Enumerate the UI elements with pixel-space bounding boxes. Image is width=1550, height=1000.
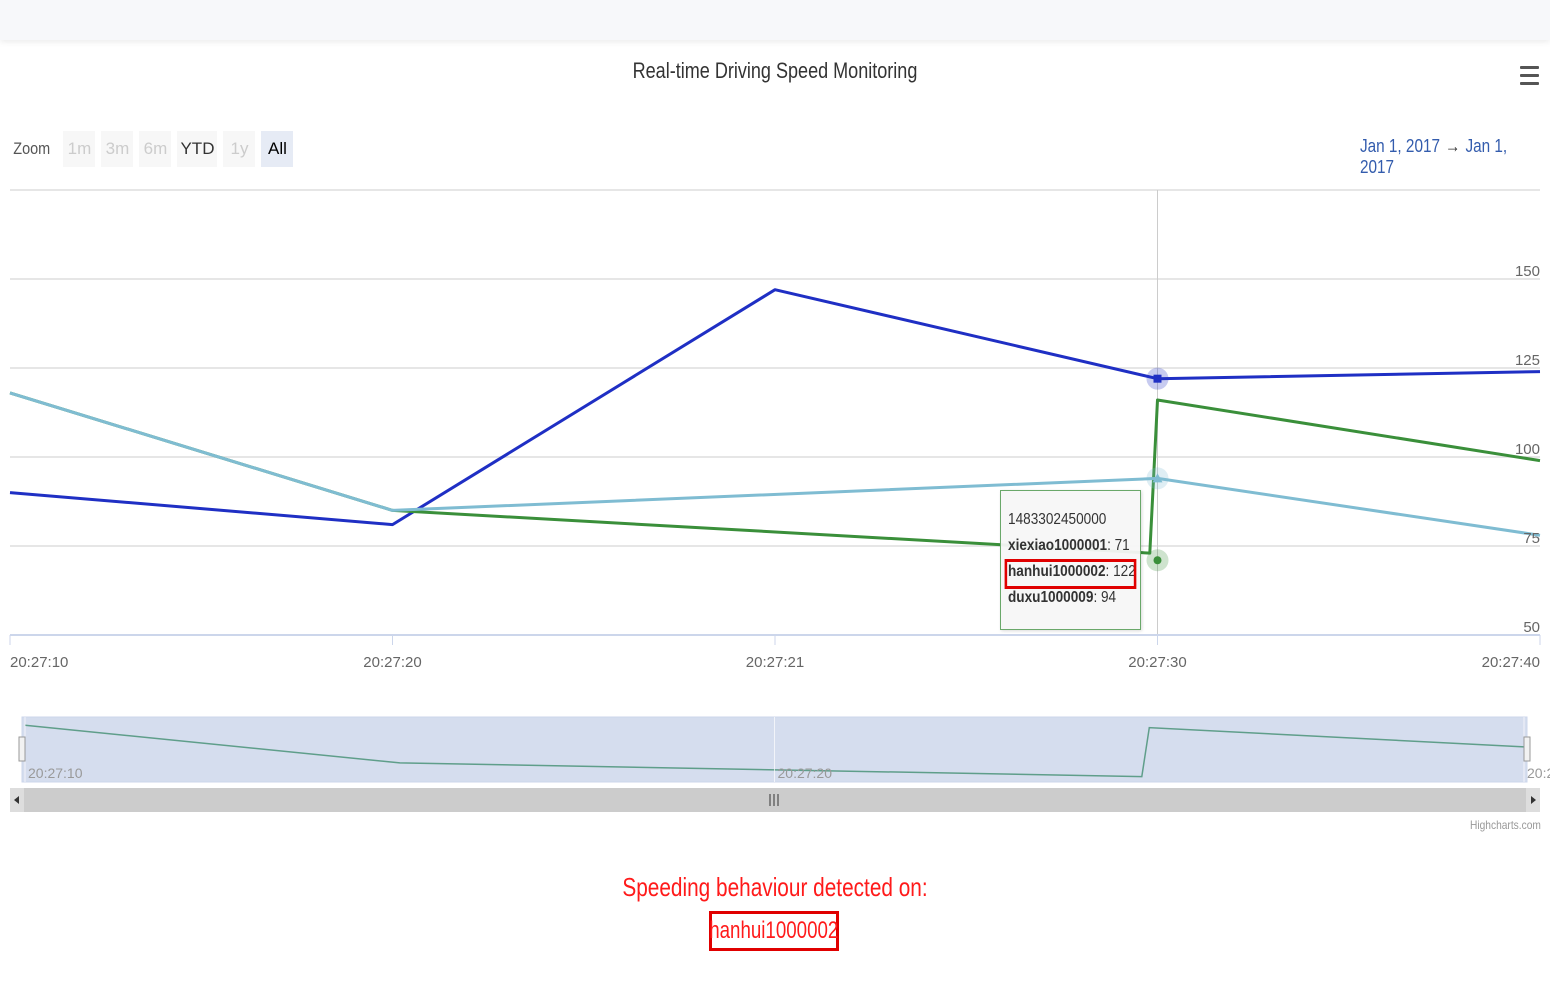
chart-tooltip: 1483302450000 xiexiao1000001: 71 hanhui1… [1000,490,1141,630]
range-selector: Zoom 1m 3m 6m YTD 1y All [10,131,294,167]
zoom-3m-button[interactable]: 3m [101,131,134,167]
zoom-1y-button[interactable]: 1y [223,131,256,167]
tooltip-series-name: xiexiao1000001 [1008,537,1108,554]
credits-link[interactable]: Highcharts.com [1470,818,1541,832]
zoom-all-button[interactable]: All [261,131,294,167]
zoom-1m-button[interactable]: 1m [63,131,96,167]
date-range: Jan 1, 2017 → Jan 1, 2017 [1360,136,1522,178]
x-tick-label: 20:27:40 [1482,654,1540,671]
series-line [9,288,1541,527]
tooltip-series-value: 94 [1100,589,1117,606]
x-tick-label: 20:27:21 [746,654,804,671]
hover-marker [1153,374,1162,383]
tooltip-series-name: duxu1000009 [1008,589,1094,606]
y-tick-label: 100 [1515,441,1540,458]
speeding-alert-user: hanhui1000002 [709,911,839,951]
speeding-alert-message: Speeding behaviour detected on: [622,872,928,902]
tooltip-series-value: 71 [1114,537,1130,554]
y-tick-label: 150 [1515,263,1540,280]
hover-marker [1153,556,1162,565]
hamburger-menu-icon[interactable] [1520,66,1539,90]
y-tick-label: 50 [1523,619,1540,636]
navigator-label: 20:27:30 [1527,765,1550,781]
tooltip-row: xiexiao1000001: 71 [1008,537,1130,554]
zoom-6m-button[interactable]: 6m [139,131,172,167]
navigator-label: 20:27:20 [778,765,833,781]
series-line [9,391,1541,537]
chart-title: Real-time Driving Speed Monitoring [632,58,918,83]
scrollbar-thumb[interactable] [24,788,1526,812]
tooltip-header: 1483302450000 [1008,511,1107,528]
tooltip-row-highlighted: hanhui1000002: 122 [1004,559,1137,589]
zoom-label: Zoom [13,139,51,158]
navigator-label: 20:27:10 [28,765,83,781]
zoom-ytd-button[interactable]: YTD [177,131,218,167]
navigator-handle[interactable] [18,736,26,762]
navigator-handle[interactable] [1523,736,1531,762]
top-bar [0,0,1550,40]
y-tick-label: 75 [1523,530,1540,547]
x-tick-label: 20:27:20 [363,654,421,671]
y-tick-label: 125 [1515,352,1540,369]
tooltip-row: duxu1000009: 94 [1008,589,1117,606]
x-tick-label: 20:27:10 [10,654,68,671]
tooltip-series-value: 122 [1113,563,1136,580]
tooltip-series-name: hanhui1000002 [1008,563,1106,580]
range-arrow: → [1445,136,1461,156]
series-line [9,391,1541,555]
x-tick-label: 20:27:30 [1128,654,1186,671]
range-from[interactable]: Jan 1, 2017 [1360,136,1440,156]
speed-chart: 20:27:10 20:27:20 20:27:21 20:27:30 20:27:40… [9,189,1550,812]
